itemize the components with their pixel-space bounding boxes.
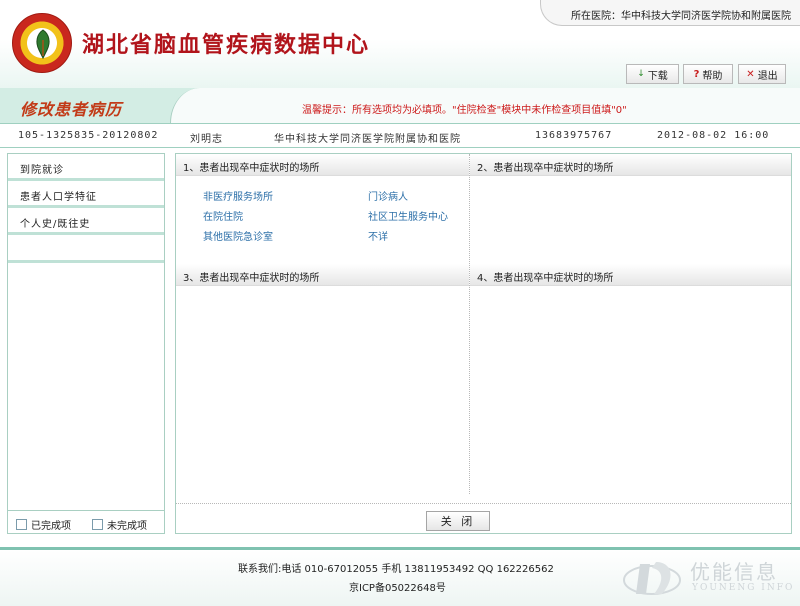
footer-icp: 京ICP备05022648号 bbox=[349, 583, 446, 594]
sidebar-item-empty bbox=[8, 235, 164, 263]
sidebar-item-demographics[interactable]: 患者人口学特征 bbox=[8, 181, 164, 208]
sidebar-item-label: 患者人口学特征 bbox=[20, 192, 97, 203]
option-other-hospital-er[interactable]: 其他医院急诊室 bbox=[203, 228, 273, 243]
bottom-divider bbox=[176, 503, 791, 504]
exit-button[interactable]: ✕ 退出 bbox=[738, 64, 786, 84]
legend-incomplete-label: 未完成项 bbox=[107, 521, 147, 532]
brand-watermark-icon bbox=[623, 562, 681, 595]
logo-emblem-icon bbox=[12, 13, 72, 73]
footer-contact: 联系我们:电话 010-67012055 手机 13811953492 QQ 1… bbox=[238, 564, 554, 575]
sidebar-item-history[interactable]: 个人史/既往史 bbox=[8, 208, 164, 235]
option-inpatient[interactable]: 在院住院 bbox=[203, 208, 243, 223]
checkbox-icon bbox=[92, 519, 103, 530]
footer: 联系我们:电话 010-67012055 手机 13811953492 QQ 1… bbox=[0, 550, 800, 606]
hospital-label: 所在医院：华中科技大学同济医学院协和附属医院 bbox=[571, 11, 791, 22]
download-label: 下载 bbox=[647, 70, 668, 82]
help-label: 帮助 bbox=[702, 70, 723, 82]
option-community-health-center[interactable]: 社区卫生服务中心 bbox=[368, 208, 448, 223]
brand-subtitle: YOUNENG INFO bbox=[692, 583, 795, 593]
title-bar: 修改患者病历 温馨提示：所有选项均为必填项。"住院检查"模块中未作检查项目值填"… bbox=[0, 88, 800, 123]
column-divider bbox=[469, 154, 470, 494]
patient-info-bar: 105-1325835-20120802 刘明志 华中科技大学同济医学院附属协和… bbox=[0, 123, 800, 148]
close-button[interactable]: 关 闭 bbox=[426, 511, 490, 531]
checkbox-icon bbox=[16, 519, 27, 530]
exit-label: 退出 bbox=[757, 70, 778, 82]
option-outpatient[interactable]: 门诊病人 bbox=[368, 188, 408, 203]
patient-hospital: 华中科技大学同济医学院附属协和医院 bbox=[274, 134, 461, 145]
notice-tip: 温馨提示：所有选项均为必填项。"住院检查"模块中未作检查项目值填"0" bbox=[302, 105, 627, 116]
section-2-header: 2、患者出现卒中症状时的场所 bbox=[470, 154, 791, 176]
help-question-icon: ? bbox=[693, 68, 700, 80]
brand-name: 优能信息 bbox=[690, 560, 778, 584]
option-non-medical-place[interactable]: 非医疗服务场所 bbox=[203, 188, 273, 203]
page-title: 修改患者病历 bbox=[20, 100, 123, 119]
section-4-header: 4、患者出现卒中症状时的场所 bbox=[470, 264, 791, 286]
status-legend: 已完成项 未完成项 bbox=[8, 510, 164, 534]
close-icon: ✕ bbox=[746, 68, 755, 80]
legend-completed-label: 已完成项 bbox=[31, 521, 71, 532]
sidebar-item-label: 个人史/既往史 bbox=[20, 219, 91, 230]
hospital-info: 所在医院：华中科技大学同济医学院协和附属医院 bbox=[540, 0, 800, 26]
section-1-header: 1、患者出现卒中症状时的场所 bbox=[176, 154, 469, 176]
legend-completed: 已完成项 bbox=[16, 517, 71, 532]
main-panel: 1、患者出现卒中症状时的场所 2、患者出现卒中症状时的场所 非医疗服务场所 门诊… bbox=[175, 153, 792, 534]
patient-record-id: 105-1325835-20120802 bbox=[18, 130, 159, 141]
header: 湖北省脑血管疾病数据中心 所在医院：华中科技大学同济医学院协和附属医院 ↓ 下载… bbox=[0, 0, 800, 88]
sidebar-item-hospital-visit[interactable]: 到院就诊 bbox=[8, 154, 164, 181]
sidebar-item-label: 到院就诊 bbox=[20, 165, 64, 176]
patient-phone: 13683975767 bbox=[535, 130, 613, 141]
option-unknown[interactable]: 不详 bbox=[368, 228, 388, 243]
download-arrow-icon: ↓ bbox=[637, 69, 645, 79]
patient-name: 刘明志 bbox=[190, 134, 223, 145]
help-button[interactable]: ? 帮助 bbox=[683, 64, 733, 84]
section-3-header: 3、患者出现卒中症状时的场所 bbox=[176, 264, 469, 286]
legend-incomplete: 未完成项 bbox=[92, 517, 147, 532]
site-title: 湖北省脑血管疾病数据中心 bbox=[82, 33, 371, 58]
sidebar: 到院就诊 患者人口学特征 个人史/既往史 已完成项 未完成项 bbox=[7, 153, 165, 534]
patient-datetime: 2012-08-02 16:00 bbox=[657, 130, 770, 141]
download-button[interactable]: ↓ 下载 bbox=[626, 64, 679, 84]
